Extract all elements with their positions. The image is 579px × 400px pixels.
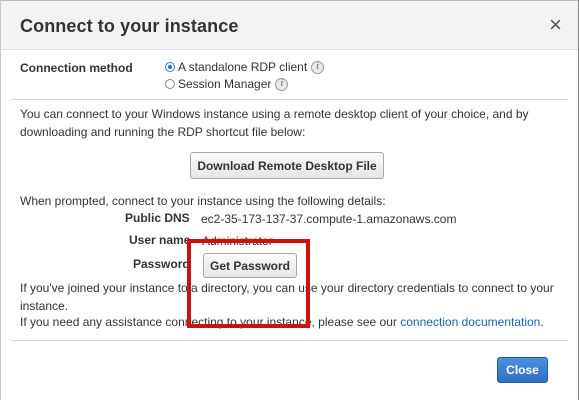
password-label: Password <box>133 257 190 271</box>
get-password-button[interactable]: Get Password <box>203 253 297 278</box>
connect-instance-dialog: Connect to your instance × Connection me… <box>0 0 579 400</box>
info-icon[interactable]: i <box>311 60 325 74</box>
radio-option-rdp-client[interactable]: A standalone RDP client i <box>165 59 325 75</box>
intro-text: You can connect to your Windows instance… <box>20 105 570 141</box>
radio-label-session-manager: Session Manager <box>178 77 272 91</box>
assistance-text: If you need any assistance connecting to… <box>20 313 575 331</box>
radio-button-unselected[interactable] <box>165 79 175 89</box>
connection-method-label: Connection method <box>20 61 133 75</box>
download-rdp-file-button[interactable]: Download Remote Desktop File <box>190 152 384 179</box>
section-divider <box>11 99 568 100</box>
radio-option-session-manager[interactable]: Session Manager i <box>165 76 289 92</box>
intro-line-2: downloading and running the RDP shortcut… <box>20 125 306 139</box>
info-icon[interactable]: i <box>275 77 289 91</box>
directory-note-line-1: If you've joined your instance to a dire… <box>20 281 554 295</box>
radio-label-rdp-client: A standalone RDP client <box>178 60 308 74</box>
close-button[interactable]: Close <box>497 357 548 383</box>
intro-line-1: You can connect to your Windows instance… <box>20 107 529 121</box>
footer-divider <box>11 340 568 341</box>
user-name-label: User name <box>129 233 191 247</box>
dialog-header: Connect to your instance × <box>1 0 578 50</box>
radio-button-selected[interactable] <box>165 62 175 72</box>
public-dns-value: ec2-35-173-137-37.compute-1.amazonaws.co… <box>201 212 457 226</box>
assistance-suffix: . <box>540 315 544 329</box>
details-prompt: When prompted, connect to your instance … <box>20 194 386 208</box>
assistance-sentence: If you need any assistance connecting to… <box>20 315 397 329</box>
user-name-value: Administrator <box>202 234 273 248</box>
directory-note: If you've joined your instance to a dire… <box>20 279 575 315</box>
connection-documentation-link[interactable]: connection documentation <box>400 315 540 329</box>
dialog-title: Connect to your instance <box>20 16 239 36</box>
close-icon[interactable]: × <box>549 14 562 36</box>
public-dns-label: Public DNS <box>125 211 190 225</box>
